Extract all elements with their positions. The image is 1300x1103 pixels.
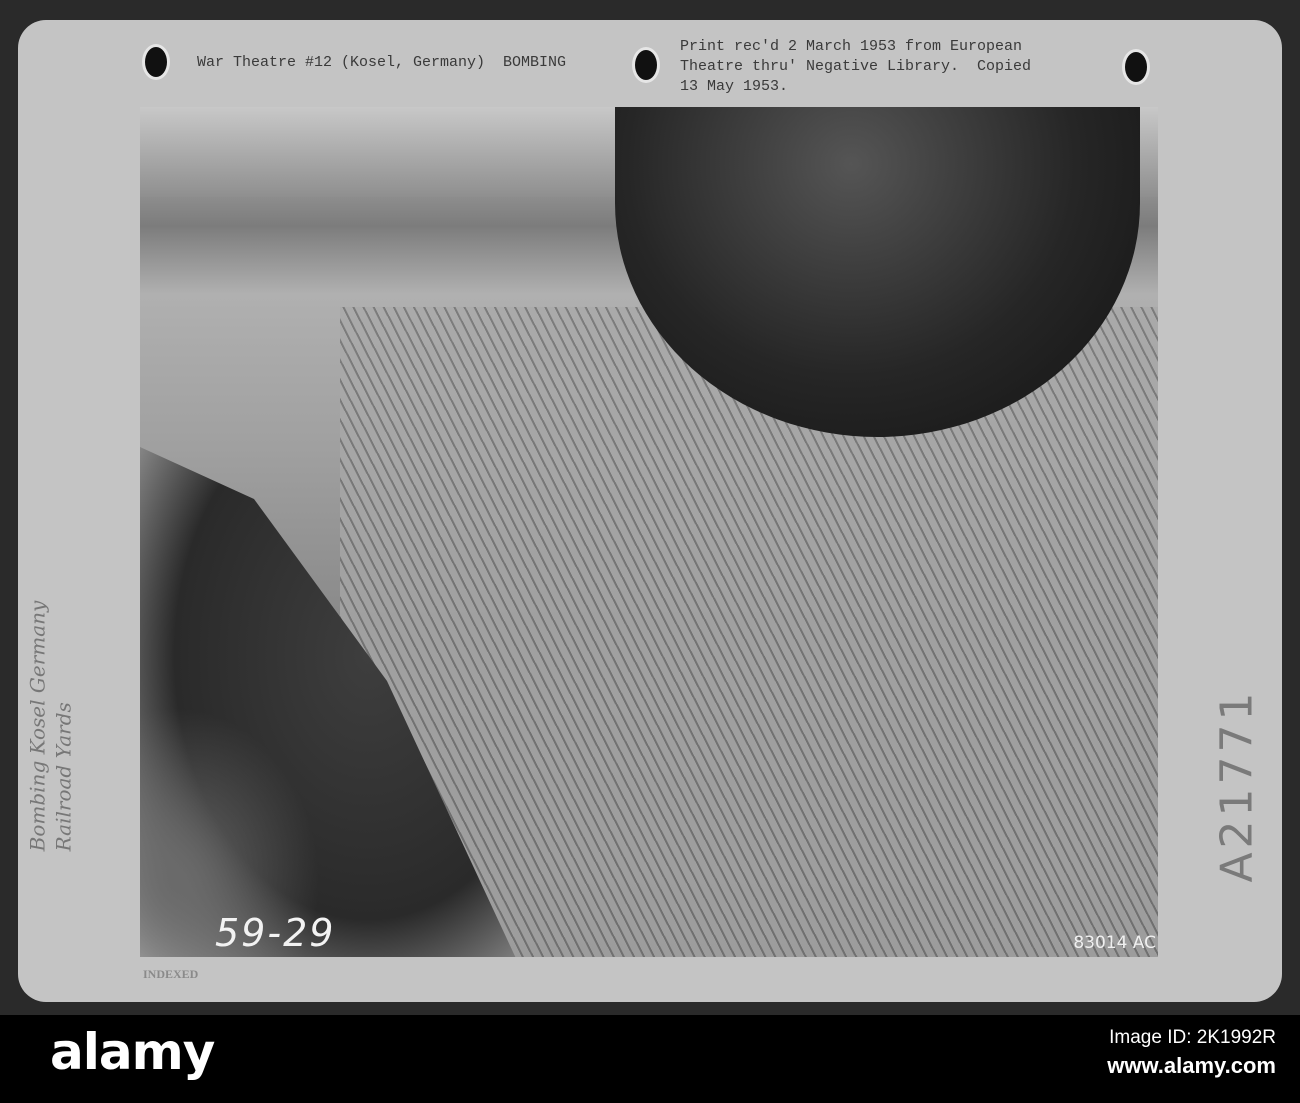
punch-hole bbox=[1122, 49, 1150, 85]
image-id: Image ID: 2K1992R bbox=[1109, 1027, 1276, 1048]
alamy-logo: alamy bbox=[50, 1023, 215, 1081]
punch-hole bbox=[632, 47, 660, 83]
photo-id: 83014 AC bbox=[1073, 933, 1156, 953]
negative-number: 59-29 bbox=[215, 911, 336, 955]
indexed-stamp: INDEXED bbox=[143, 967, 199, 981]
caption-right: Print rec'd 2 March 1953 from European T… bbox=[680, 38, 1032, 95]
watermark-footer: alamy Image ID: 2K1992R www.alamy.com bbox=[0, 1015, 1300, 1103]
website-link[interactable]: www.alamy.com bbox=[1107, 1053, 1276, 1079]
punch-hole bbox=[142, 44, 170, 80]
aerial-photo-railroad-yards: 59-29 83014 AC bbox=[140, 107, 1158, 957]
handwritten-note-left: Bombing Kosel Germany Railroad Yards bbox=[25, 600, 76, 852]
handwritten-number-right: A21771 bbox=[1211, 688, 1263, 883]
caption-left: War Theatre #12 (Kosel, Germany) BOMBING bbox=[197, 54, 567, 71]
